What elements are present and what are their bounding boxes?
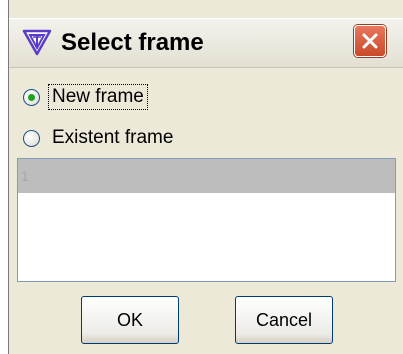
close-button[interactable]	[354, 25, 386, 57]
new-frame-radio[interactable]	[23, 88, 40, 106]
ok-button[interactable]: OK	[81, 296, 179, 344]
cancel-button[interactable]: Cancel	[235, 296, 333, 344]
new-frame-label[interactable]: New frame	[48, 84, 148, 110]
select-frame-dialog: Select frame New frame Existent frame 1 …	[8, 0, 403, 354]
new-frame-option[interactable]: New frame	[23, 82, 148, 112]
tool-logo-icon	[21, 26, 53, 58]
close-icon	[362, 33, 378, 49]
existent-frame-radio[interactable]	[23, 129, 40, 147]
title-bar[interactable]: Select frame	[9, 18, 403, 68]
frame-list[interactable]: 1	[17, 158, 396, 282]
list-item[interactable]: 1	[18, 159, 395, 193]
dialog-title: Select frame	[61, 29, 204, 56]
existent-frame-label[interactable]: Existent frame	[49, 126, 176, 150]
existent-frame-option[interactable]: Existent frame	[23, 123, 176, 153]
